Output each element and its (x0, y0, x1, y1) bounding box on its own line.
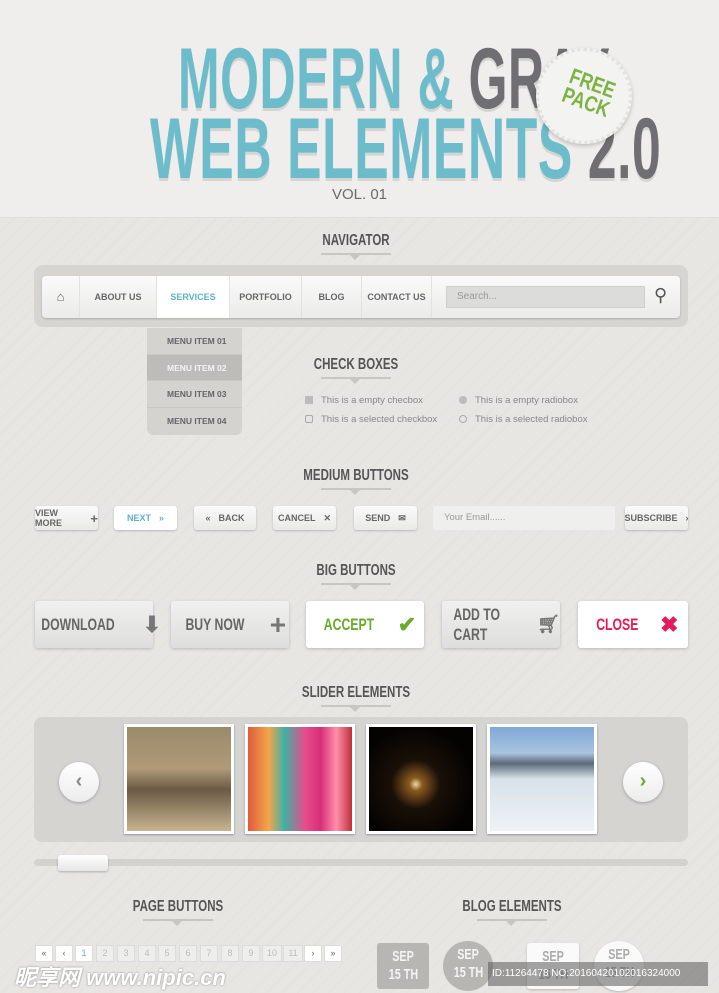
cancel-button[interactable]: CANCEL ✕ (273, 506, 336, 530)
menu-item[interactable]: MENU ITEM 01 (147, 328, 242, 355)
divider (477, 919, 547, 926)
slide-image-star-cluster[interactable] (366, 724, 476, 834)
watermark-id: ID:11264478 NO:20160420102016324000 (488, 962, 708, 986)
slide-image-frozen-lake[interactable] (487, 724, 597, 834)
free-pack-badge: FREE PACK (536, 48, 632, 144)
subscribe-button[interactable]: SUBSCRIBE › (625, 506, 689, 530)
selected-checkbox[interactable]: This is a selected checkbox (305, 414, 437, 425)
blog-date-square-dark: SEP 15 TH (377, 943, 429, 989)
double-chevron-right-icon: » (159, 513, 165, 523)
nav-portfolio[interactable]: PORTFOLIO (230, 276, 302, 318)
empty-radio[interactable]: This is a empty radiobox (459, 395, 578, 406)
search-icon[interactable]: ⚲ (654, 285, 667, 306)
section-title-big-buttons: BIG BUTTONS (316, 562, 396, 579)
search-input[interactable]: Search... (446, 286, 645, 308)
envelope-icon: ✉ (398, 512, 406, 523)
nav-blog[interactable]: BLOG (302, 276, 362, 318)
plus-icon: + (90, 510, 98, 526)
home-icon[interactable]: ⌂ (42, 276, 80, 318)
menu-item[interactable]: MENU ITEM 03 (147, 381, 242, 408)
nav-contact[interactable]: CONTACT US (362, 276, 432, 318)
checkmark-icon: ✔ (397, 611, 417, 637)
accept-button[interactable]: ACCEPT ✔ (306, 601, 424, 648)
page-button[interactable]: 11 (283, 945, 303, 962)
section-title-checkboxes: CHECK BOXES (313, 356, 399, 373)
plus-icon: + (269, 608, 287, 640)
cart-icon: 🛒︎ (537, 614, 560, 634)
view-more-button[interactable]: VIEW MORE + (35, 506, 98, 530)
section-title-slider: SLIDER ELEMENTS (301, 684, 411, 701)
menu-item[interactable]: MENU ITEM 02 (147, 354, 242, 381)
divider (321, 583, 391, 590)
download-arrow-icon: ⬇ (142, 611, 162, 637)
page-button[interactable]: 9 (242, 945, 260, 962)
divider (321, 705, 391, 712)
divider (321, 253, 391, 260)
email-input[interactable]: Your Email...... (433, 506, 615, 530)
dropdown-menu: MENU ITEM 01 MENU ITEM 02 MENU ITEM 03 M… (147, 328, 242, 435)
selected-radio[interactable]: This is a selected radiobox (459, 414, 587, 425)
divider (321, 377, 391, 384)
section-title-navigator: NAVIGATOR (322, 232, 390, 249)
slider-thumb[interactable] (58, 855, 108, 871)
next-page-button[interactable]: › (304, 945, 322, 962)
next-button[interactable]: NEXT» (114, 506, 177, 530)
download-button[interactable]: DOWNLOAD ⬇ (35, 601, 161, 648)
close-icon: ✕ (323, 512, 332, 523)
slider-track[interactable] (34, 859, 688, 866)
buy-now-button[interactable]: BUY NOW + (171, 601, 289, 648)
watermark-logo: 昵享网 www.nipic.cn (14, 965, 226, 990)
slider-prev-button[interactable]: ‹ (59, 762, 99, 802)
slider-next-button[interactable]: › (623, 762, 663, 802)
chevron-right-icon: › (685, 513, 689, 523)
close-x-icon: ✖ (660, 611, 679, 637)
add-to-cart-button[interactable]: ADD TO CART 🛒︎ (442, 601, 560, 648)
close-button[interactable]: CLOSE ✖ (578, 601, 688, 648)
divider (143, 919, 213, 926)
nav-about[interactable]: ABOUT US (80, 276, 157, 318)
slide-image-colorful-braids[interactable] (245, 724, 355, 834)
slide-image-dirt-bike[interactable] (124, 724, 234, 834)
double-chevron-left-icon: « (205, 513, 211, 523)
back-button[interactable]: «BACK (194, 506, 256, 530)
page-button[interactable]: 10 (262, 945, 282, 962)
last-page-button[interactable]: » (324, 945, 342, 962)
section-title-page-buttons: PAGE BUTTONS (132, 898, 224, 915)
menu-item[interactable]: MENU ITEM 04 (147, 408, 242, 435)
empty-checkbox[interactable]: This is a empty checbox (305, 395, 423, 406)
section-title-medium-buttons: MEDIUM BUTTONS (303, 467, 409, 484)
divider (321, 488, 391, 495)
nav-services[interactable]: SERVICES (157, 276, 230, 318)
send-button[interactable]: SEND ✉ (354, 506, 417, 530)
section-title-blog: BLOG ELEMENTS (462, 898, 562, 915)
blog-date-circle-dark: SEP 15 TH (443, 941, 493, 991)
subtitle: VOL. 01 (331, 186, 388, 203)
